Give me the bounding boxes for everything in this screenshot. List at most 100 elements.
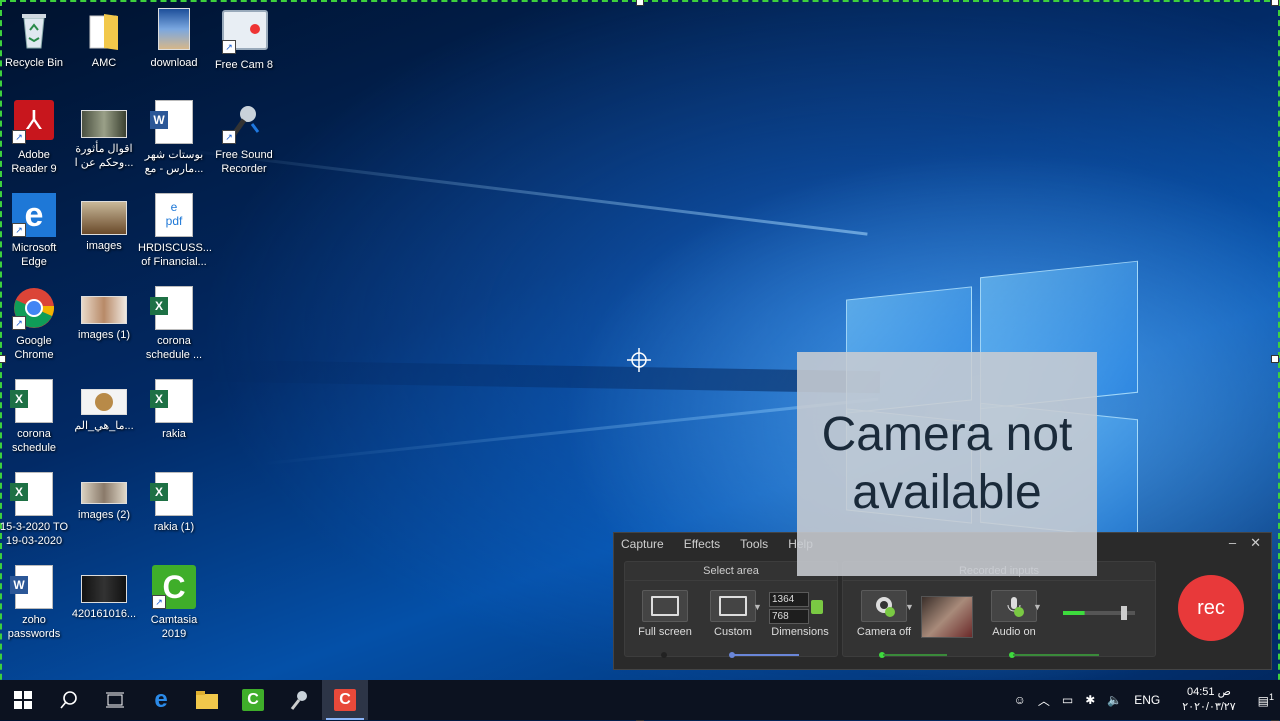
desktop-icon-corona-schedule-xlsx[interactable]: X corona schedule ... [138, 286, 210, 362]
camtasia-recorder-icon: C [334, 689, 356, 711]
area-slider-handle[interactable] [729, 652, 735, 658]
desktop-icon-microsoft-edge[interactable]: e ↗ Microsoft Edge [0, 193, 70, 269]
taskbar-camtasia[interactable]: C [230, 680, 276, 720]
recycle-bin-icon [12, 8, 56, 52]
desktop-icon-camtasia-2019[interactable]: C ↗ Camtasia 2019 [138, 565, 210, 641]
desktop-icon-rakia[interactable]: X rakia [138, 379, 210, 441]
camera-preview-overlay: Camera not available [797, 352, 1097, 576]
minimize-icon[interactable]: – [1229, 535, 1236, 551]
desktop-icon-arabic-image[interactable]: ما_هي_الم... [68, 379, 140, 433]
taskbar-free-sound-recorder[interactable] [276, 680, 322, 720]
microphone-icon: ↗ [222, 100, 266, 144]
excel-file-icon: X [10, 472, 53, 516]
microphone-icon [1007, 597, 1024, 617]
desktop-icon-free-cam-8[interactable]: ↗ Free Cam 8 [208, 8, 280, 72]
desktop-icon-420161016[interactable]: 420161016... [68, 565, 140, 621]
desktop-icon-recycle-bin[interactable]: Recycle Bin [0, 8, 70, 70]
search-icon [60, 691, 77, 709]
excel-file-icon: X [150, 379, 193, 423]
lock-aspect-icon[interactable] [811, 600, 823, 614]
desktop-icon-images[interactable]: images [68, 193, 140, 253]
wallpaper-light-beam [159, 358, 881, 394]
desktop-icon-corona-schedule[interactable]: X corona schedule [0, 379, 70, 455]
image-file-icon [81, 296, 127, 324]
desktop-icon-image[interactable]: اقوال مأثورة وحكم عن ا... [68, 100, 140, 170]
crosshair-cursor-icon [627, 348, 651, 372]
volume-icon[interactable]: 🔈 [1101, 693, 1128, 707]
desktop-icon-zoho-passwords[interactable]: W zoho passwords [0, 565, 70, 641]
rec-button[interactable]: rec [1178, 575, 1244, 641]
edge-icon: e [154, 686, 168, 713]
task-view-icon [106, 692, 124, 708]
width-input[interactable] [769, 592, 809, 607]
image-file-icon [152, 8, 196, 52]
image-file-icon [81, 482, 127, 504]
webcam-preview-thumbnail [921, 596, 973, 638]
wallpaper-light-beam [261, 397, 879, 466]
desktop-icon-15-3-2020[interactable]: X 15-3-2020 TO 19-03-2020 [0, 472, 70, 548]
menu-capture[interactable]: Capture [621, 537, 664, 551]
camera-not-available-text: Camera not available [821, 408, 1073, 519]
edge-icon: e ↗ [12, 193, 56, 237]
full-screen-button[interactable]: Full screen [637, 590, 693, 638]
clock-date: ٢٠٢٠/٠٣/٢٧ [1182, 701, 1236, 713]
excel-file-icon: X [10, 379, 53, 423]
wifi-icon[interactable]: ✱ [1079, 693, 1101, 707]
desktop-icon-amc[interactable]: AMC [68, 8, 140, 70]
desktop-icon-pdf[interactable]: e pdf HRDISCUSS... of Financial... [138, 193, 212, 269]
menu-effects[interactable]: Effects [684, 537, 720, 551]
folder-icon [82, 8, 126, 52]
desktop-icon-free-sound-recorder[interactable]: ↗ Free Sound Recorder [208, 100, 280, 176]
microphone-icon [290, 691, 307, 710]
clock[interactable]: 04:51 ص ٢٠٢٠/٠٣/٢٧ [1166, 685, 1251, 715]
close-icon[interactable]: ✕ [1250, 535, 1261, 551]
desktop-icon-images-2[interactable]: images (2) [68, 472, 140, 522]
desktop-icon-word-doc[interactable]: W بوستات شهر مارس - مع... [138, 100, 210, 176]
camtasia-icon: C [242, 689, 264, 711]
chevron-up-icon[interactable]: ︿ [1032, 692, 1056, 709]
free-cam-icon: ↗ [222, 10, 268, 54]
desktop-icon-rakia-1[interactable]: X rakia (1) [138, 472, 210, 534]
task-view-button[interactable] [92, 680, 138, 720]
audio-toggle-button[interactable]: Audio on [983, 590, 1045, 638]
taskbar-camtasia-recorder[interactable]: C [322, 680, 368, 720]
desktop-icon-google-chrome[interactable]: ↗ Google Chrome [0, 286, 70, 362]
resize-handle[interactable] [636, 0, 644, 6]
battery-icon[interactable]: ▭ [1056, 693, 1079, 707]
webcam-icon [876, 597, 895, 617]
language-indicator[interactable]: ENG [1128, 693, 1166, 707]
desktop-icon-images-1[interactable]: images (1) [68, 286, 140, 342]
pdf-file-icon: e pdf [155, 193, 193, 237]
camtasia-icon: C ↗ [152, 565, 196, 609]
resize-handle[interactable] [1271, 0, 1279, 6]
custom-area-button[interactable]: Custom [705, 590, 761, 638]
search-button[interactable] [46, 680, 92, 720]
camera-toggle-button[interactable]: Camera off [853, 590, 915, 638]
chrome-icon: ↗ [12, 286, 56, 330]
word-doc-icon: W [150, 100, 193, 144]
height-input[interactable] [769, 609, 809, 624]
chevron-down-icon[interactable]: ▼ [1033, 602, 1042, 612]
chevron-down-icon[interactable]: ▼ [905, 602, 914, 612]
people-icon[interactable]: ☺ [1008, 693, 1032, 707]
start-button[interactable] [0, 680, 46, 720]
chevron-down-icon[interactable]: ▼ [753, 602, 762, 612]
monitor-icon [719, 596, 747, 616]
dimensions-group: Dimensions [769, 592, 831, 638]
menu-tools[interactable]: Tools [740, 537, 768, 551]
system-tray: ☺ ︿ ▭ ✱ 🔈 ENG 04:51 ص ٢٠٢٠/٠٣/٢٧ ▤1 [1008, 680, 1280, 720]
taskbar-file-explorer[interactable] [184, 680, 230, 720]
notification-count: 1 [1268, 692, 1274, 702]
desktop-icon-download[interactable]: download [138, 8, 210, 70]
notification-center-icon[interactable]: ▤1 [1252, 692, 1280, 708]
image-file-icon [81, 575, 127, 603]
image-file-icon [81, 110, 127, 138]
resize-handle[interactable] [1271, 355, 1279, 363]
taskbar-edge[interactable]: e [138, 680, 184, 720]
windows-start-icon [14, 691, 32, 709]
image-file-icon [81, 389, 127, 415]
audio-level-meter[interactable] [1063, 606, 1135, 620]
desktop-icon-adobe-reader[interactable]: ⅄ ↗ Adobe Reader 9 [0, 100, 70, 176]
image-file-icon [81, 201, 127, 235]
clock-time: 04:51 ص [1186, 686, 1231, 698]
